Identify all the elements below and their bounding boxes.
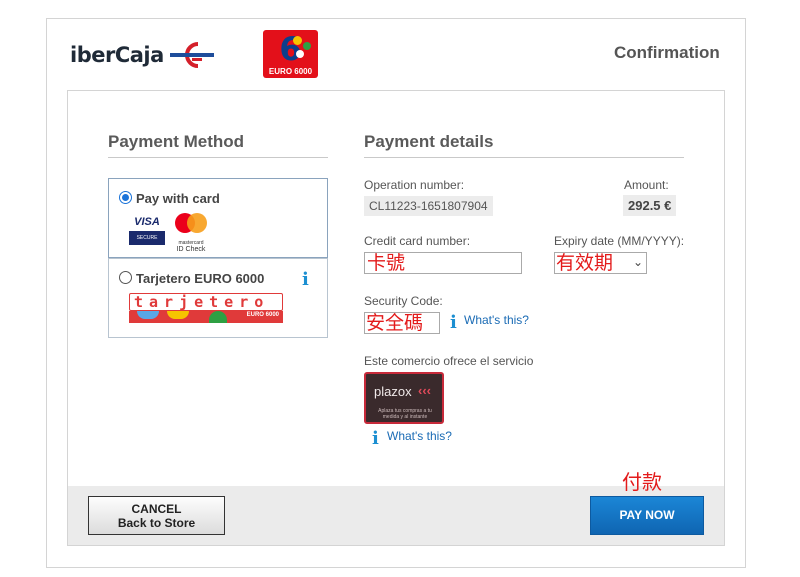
tarjetero-info-icon[interactable]: i bbox=[302, 271, 309, 289]
expiry-annotation: 有效期 bbox=[556, 252, 614, 274]
plazox-logo[interactable]: plazox ‹‹‹ Aplaza tus compras a tu medid… bbox=[364, 372, 444, 424]
payment-method-heading: Payment Method bbox=[108, 132, 245, 151]
chevrons-left-icon: ‹‹‹ bbox=[418, 383, 431, 398]
visa-text: VISA bbox=[134, 216, 160, 228]
visa-secure-text: SECURE bbox=[129, 231, 165, 245]
financing-help-link[interactable]: What's this? bbox=[387, 429, 452, 443]
cancel-button-line1: CANCEL bbox=[131, 502, 182, 516]
pay-now-button[interactable]: PAY NOW bbox=[590, 496, 704, 535]
amount-value: 292.5 € bbox=[623, 195, 677, 216]
plazox-logo-text: plazox bbox=[374, 384, 412, 399]
method-option-card[interactable]: Pay with card VISA SECURE mastercard ID … bbox=[108, 178, 328, 258]
euro6000-dot-white bbox=[296, 50, 304, 58]
mastercard-circles-icon bbox=[175, 213, 207, 233]
tarjetero-logo-caption: EURO 6000 bbox=[246, 312, 279, 318]
card-number-annotation: 卡號 bbox=[367, 252, 406, 274]
euro6000-logo: 6 EURO 6000 bbox=[263, 30, 318, 78]
payment-details-divider bbox=[364, 157, 684, 158]
tarjetero-option-label: Tarjetero EURO 6000 bbox=[136, 271, 265, 286]
euro6000-dot-yellow bbox=[293, 36, 302, 45]
ibercaja-logo-text: iberCaja bbox=[70, 43, 164, 67]
expiry-label: Expiry date (MM/YYYY): bbox=[554, 234, 685, 248]
payment-details-heading: Payment details bbox=[364, 132, 494, 151]
security-code-annotation: 安全碼 bbox=[366, 312, 424, 334]
cancel-button-line2: Back to Store bbox=[117, 516, 196, 530]
card-radio[interactable] bbox=[119, 191, 132, 204]
pay-annotation: 付款 bbox=[622, 470, 662, 494]
chevron-down-icon: ⌄ bbox=[632, 255, 643, 269]
cancel-button[interactable]: CANCEL Back to Store bbox=[88, 496, 225, 535]
amount-label: Amount: bbox=[624, 178, 669, 192]
payment-method-divider bbox=[108, 157, 328, 158]
mastercard-id-check-icon: mastercard ID Check bbox=[171, 211, 211, 253]
operation-number-value: CL11223-1651807904 bbox=[364, 196, 493, 216]
security-code-help-link[interactable]: What's this? bbox=[464, 313, 529, 327]
method-option-tarjetero[interactable]: Tarjetero EURO 6000 i tarjetero EURO 600… bbox=[108, 258, 328, 338]
euro6000-dot-green bbox=[303, 42, 311, 50]
security-code-label: Security Code: bbox=[364, 294, 443, 308]
card-number-label: Credit card number: bbox=[364, 234, 471, 248]
plazox-logo-subtext: Aplaza tus compras a tu medida y al inst… bbox=[378, 408, 432, 420]
tarjetero-logo-text: tarjetero bbox=[129, 293, 283, 311]
euro6000-logo-caption: EURO 6000 bbox=[268, 67, 313, 76]
page-title: Confirmation bbox=[614, 43, 720, 62]
id-check-text: ID Check bbox=[176, 246, 206, 253]
tarjetero-radio[interactable] bbox=[119, 271, 132, 284]
tarjetero-logo-icon: tarjetero EURO 6000 bbox=[129, 293, 283, 325]
ibercaja-emblem-icon bbox=[169, 42, 214, 68]
visa-secure-icon: VISA SECURE bbox=[129, 213, 165, 247]
card-option-label: Pay with card bbox=[136, 191, 220, 206]
security-code-info-icon[interactable]: i bbox=[450, 314, 457, 332]
financing-info-icon[interactable]: i bbox=[372, 430, 379, 448]
financing-label: Este comercio ofrece el servicio bbox=[364, 354, 534, 368]
euro6000-logo-number: 6 bbox=[279, 30, 302, 68]
operation-number-label: Operation number: bbox=[364, 178, 465, 192]
ibercaja-logo: iberCaja bbox=[70, 40, 216, 70]
